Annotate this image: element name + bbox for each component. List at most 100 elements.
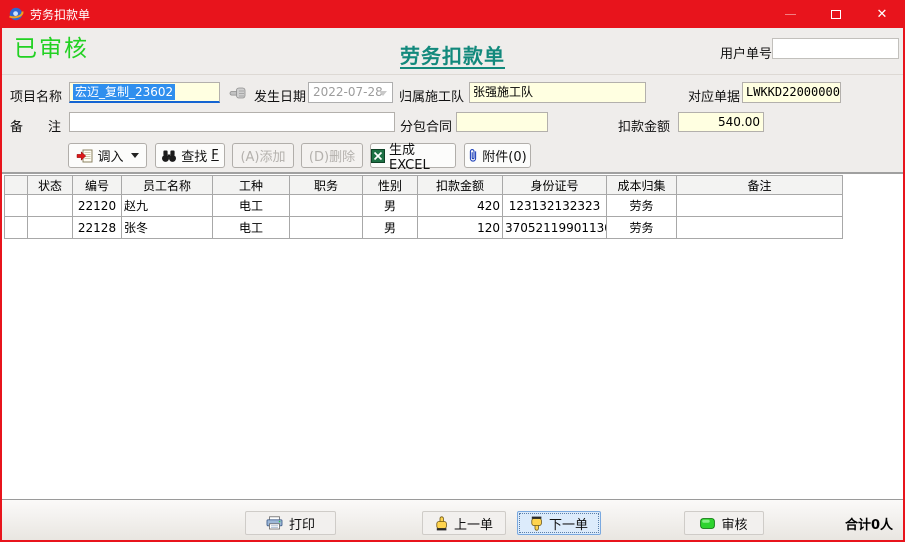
titlebar[interactable]: 劳务扣款单 ✕ [0,0,905,28]
import-label: 调入 [97,146,123,165]
cell-remark[interactable] [677,195,843,217]
col-idcard[interactable]: 身份证号 [503,176,607,195]
add-label: (A)添加 [240,146,285,165]
col-remark[interactable]: 备注 [677,176,843,195]
remark-label: 备 注 [10,116,67,135]
total-count-text: 合计0人 [845,514,893,533]
excel-icon [371,149,385,163]
audit-label: 审核 [721,514,747,533]
audit-icon [700,518,715,529]
import-icon [76,149,93,163]
previous-record-label: 上一单 [454,514,493,533]
cell-amount[interactable]: 120 [418,217,503,239]
cell-amount[interactable]: 420 [418,195,503,217]
app-window: 劳务扣款单 ✕ 已审核 劳务扣款单 用户单号 项目名称 宏迈_复制_23602 … [0,0,905,542]
doc-no-label: 对应单据 [688,86,740,105]
cell-gender[interactable]: 男 [363,217,418,239]
cell-position[interactable] [290,195,363,217]
cell-idcard[interactable]: 37052119901130403 [503,217,607,239]
col-status[interactable]: 状态 [28,176,73,195]
date-value: 2022-07-28 [313,85,383,99]
col-position[interactable]: 职务 [290,176,363,195]
row-selector-header [5,176,28,195]
delete-label: (D)删除 [309,146,355,165]
cell-id[interactable]: 22120 [73,195,122,217]
col-trade[interactable]: 工种 [213,176,290,195]
find-button[interactable]: 查找 F [155,143,225,168]
close-icon: ✕ [877,7,888,22]
window-controls: ✕ [767,0,905,28]
binoculars-icon [161,149,177,163]
content-area: 已审核 劳务扣款单 用户单号 项目名称 宏迈_复制_23602 发生日期 202… [2,28,903,540]
cell-cost[interactable]: 劳务 [607,217,677,239]
remark-input[interactable] [69,112,395,132]
maximize-icon [831,10,841,19]
form-title: 劳务扣款单 [400,40,505,69]
cell-status[interactable] [28,195,73,217]
cell-gender[interactable]: 男 [363,195,418,217]
date-label: 发生日期 [254,86,306,105]
close-button[interactable]: ✕ [859,0,905,28]
col-id[interactable]: 编号 [73,176,122,195]
audit-button[interactable]: 审核 [684,511,764,535]
cell-status[interactable] [28,217,73,239]
previous-record-button[interactable]: 上一单 [422,511,506,535]
header-zone: 已审核 劳务扣款单 用户单号 [2,28,903,75]
project-name-input[interactable]: 宏迈_复制_23602 [69,82,220,103]
next-record-button[interactable]: 下一单 [517,511,601,535]
team-input[interactable]: 张强施工队 [469,82,646,103]
add-button: (A)添加 [232,143,294,168]
hand-up-icon [435,516,448,531]
user-no-label: 用户单号 [720,43,772,62]
col-amount[interactable]: 扣款金额 [418,176,503,195]
hand-down-icon [530,516,543,531]
col-gender[interactable]: 性别 [363,176,418,195]
row-selector[interactable] [5,195,28,217]
project-name-selected-text: 宏迈_复制_23602 [73,84,175,100]
table-row[interactable]: 22120 赵九 电工 男 420 123132132323 劳务 [5,195,843,217]
cell-position[interactable] [290,217,363,239]
table-row[interactable]: 22128 张冬 电工 男 120 37052119901130403 劳务 [5,217,843,239]
minimize-icon [785,14,796,15]
find-hotkey: F [211,148,218,163]
subcontract-label: 分包合同 [400,116,452,135]
table-header-row: 状态 编号 员工名称 工种 职务 性别 扣款金额 身份证号 成本归集 备注 [5,176,843,195]
import-button[interactable]: 调入 [68,143,147,168]
doc-no-input[interactable]: LWKKD220000002 [742,82,841,103]
cell-id[interactable]: 22128 [73,217,122,239]
cell-cost[interactable]: 劳务 [607,195,677,217]
cell-trade[interactable]: 电工 [213,195,290,217]
cell-trade[interactable]: 电工 [213,217,290,239]
subcontract-input[interactable] [456,112,548,132]
next-record-label: 下一单 [549,514,588,533]
col-name[interactable]: 员工名称 [122,176,213,195]
attachment-button[interactable]: 附件(0) [464,143,531,168]
detail-grid-panel: 状态 编号 员工名称 工种 职务 性别 扣款金额 身份证号 成本归集 备注 22… [2,172,903,499]
row-selector[interactable] [5,217,28,239]
deduction-amount-input[interactable]: 540.00 [678,112,764,132]
employee-table[interactable]: 状态 编号 员工名称 工种 职务 性别 扣款金额 身份证号 成本归集 备注 22… [4,175,843,239]
team-label: 归属施工队 [399,86,464,105]
excel-label: 生成EXCEL [389,139,455,173]
export-excel-button[interactable]: 生成EXCEL [370,143,456,168]
minimize-button[interactable] [767,0,813,28]
import-dropdown-caret-icon [131,153,139,158]
cell-remark[interactable] [677,217,843,239]
date-select[interactable]: 2022-07-28 [308,82,393,103]
print-button[interactable]: 打印 [245,511,336,535]
deduction-amount-label: 扣款金额 [618,116,670,135]
col-cost[interactable]: 成本归集 [607,176,677,195]
project-name-label: 项目名称 [10,86,62,105]
app-logo-icon [8,6,24,22]
user-no-input[interactable] [772,38,899,59]
cell-name[interactable]: 赵九 [122,195,213,217]
pointer-hand-icon[interactable] [229,86,247,100]
chevron-down-icon [379,91,387,96]
cell-name[interactable]: 张冬 [122,217,213,239]
find-label: 查找 [181,146,207,165]
audit-status-text: 已审核 [14,29,89,63]
maximize-button[interactable] [813,0,859,28]
printer-icon [266,516,283,530]
paperclip-icon [468,148,478,163]
cell-idcard[interactable]: 123132132323 [503,195,607,217]
